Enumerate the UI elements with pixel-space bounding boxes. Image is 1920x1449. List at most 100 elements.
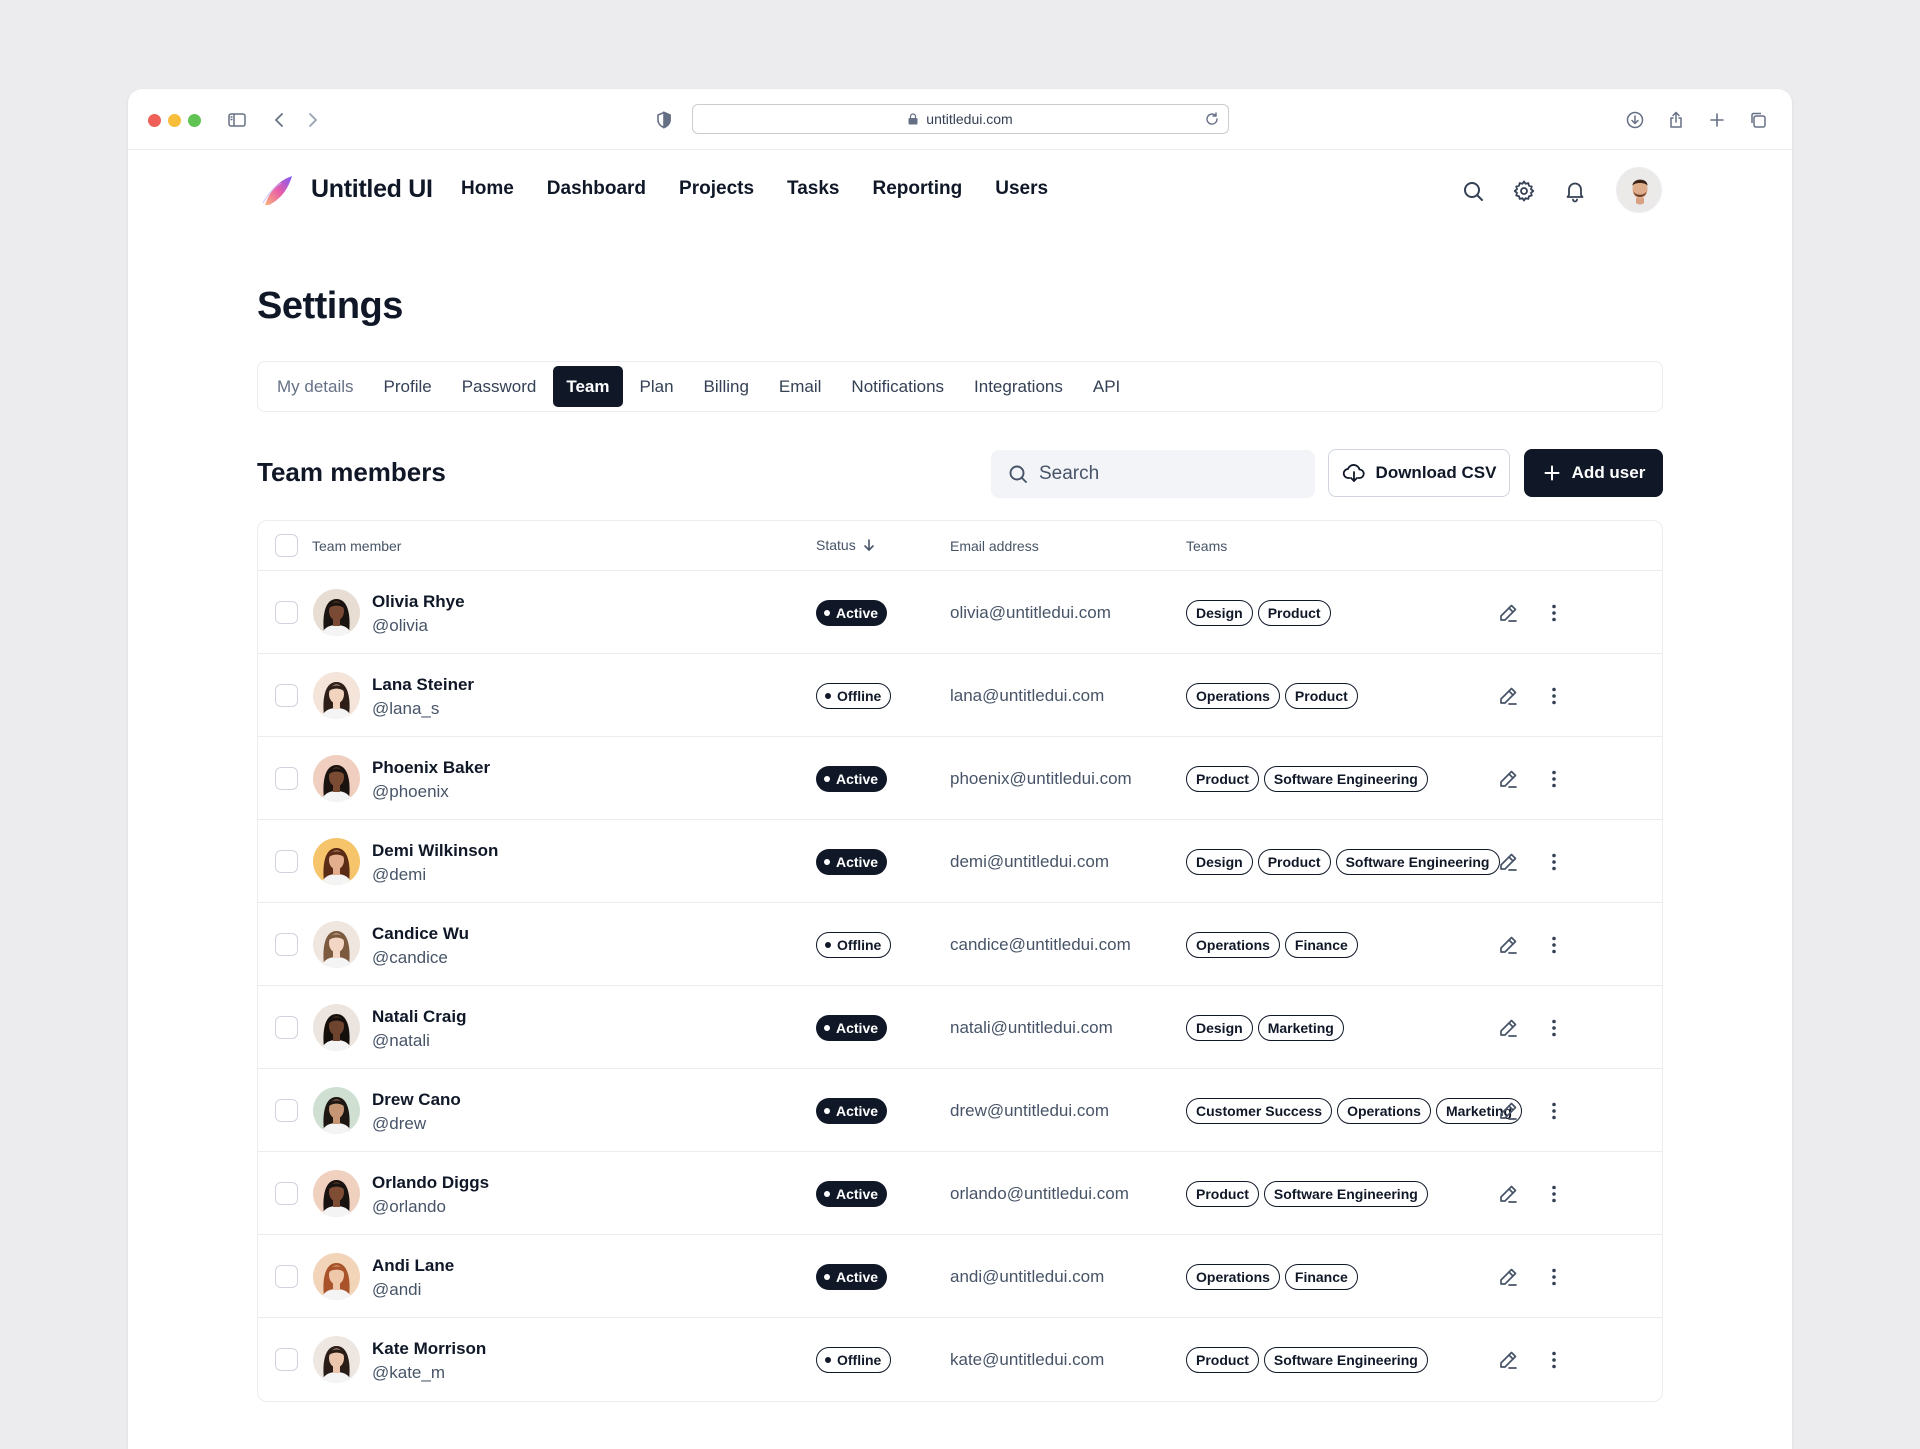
header-teams: Teams (1186, 538, 1228, 554)
more-options-icon[interactable] (1541, 1015, 1567, 1041)
row-checkbox[interactable] (275, 1348, 298, 1371)
sidebar-toggle-icon[interactable] (223, 106, 251, 134)
more-options-icon[interactable] (1541, 683, 1567, 709)
download-csv-button[interactable]: Download CSV (1328, 449, 1510, 497)
select-all-checkbox[interactable] (275, 534, 298, 557)
member-email: demi@untitledui.com (950, 852, 1109, 871)
team-badge: Product (1186, 1347, 1259, 1373)
close-window-button[interactable] (148, 114, 161, 127)
edit-icon[interactable] (1495, 849, 1521, 875)
row-checkbox[interactable] (275, 684, 298, 707)
table-row: Olivia Rhye @olivia Active olivia@untitl… (258, 571, 1662, 654)
status-badge: Offline (816, 1347, 892, 1373)
edit-icon[interactable] (1495, 1015, 1521, 1041)
brand-name[interactable]: Untitled UI (311, 175, 433, 204)
search-icon[interactable] (1458, 176, 1488, 206)
section-title: Team members (257, 457, 446, 487)
team-badges: Operations Product (1186, 683, 1358, 709)
top-navigation: Untitled UI Home Dashboard Projects Task… (128, 150, 1792, 236)
user-avatar[interactable] (1616, 167, 1662, 213)
status-label: Active (836, 854, 879, 870)
avatar (313, 1004, 360, 1051)
more-options-icon[interactable] (1541, 600, 1567, 626)
team-badges: Operations Finance (1186, 932, 1358, 958)
nav-link-projects[interactable]: Projects (679, 178, 754, 200)
member-name: Phoenix Baker (372, 758, 491, 777)
tab-my-details[interactable]: My details (264, 366, 367, 407)
add-user-button[interactable]: Add user (1524, 449, 1663, 497)
edit-icon[interactable] (1495, 932, 1521, 958)
back-icon[interactable] (266, 106, 294, 134)
status-badge: Active (816, 1264, 888, 1290)
nav-link-users[interactable]: Users (995, 178, 1048, 200)
tab-email[interactable]: Email (766, 366, 835, 407)
row-checkbox[interactable] (275, 850, 298, 873)
minimize-window-button[interactable] (168, 114, 181, 127)
nav-link-reporting[interactable]: Reporting (873, 178, 963, 200)
row-checkbox[interactable] (275, 767, 298, 790)
edit-icon[interactable] (1495, 766, 1521, 792)
status-badge: Active (816, 1098, 888, 1124)
edit-icon[interactable] (1495, 1347, 1521, 1373)
more-options-icon[interactable] (1541, 1264, 1567, 1290)
bell-icon[interactable] (1560, 176, 1590, 206)
row-checkbox[interactable] (275, 1265, 298, 1288)
row-checkbox[interactable] (275, 1016, 298, 1039)
row-checkbox[interactable] (275, 1182, 298, 1205)
row-checkbox[interactable] (275, 601, 298, 624)
status-dot (824, 1108, 830, 1114)
more-options-icon[interactable] (1541, 766, 1567, 792)
maximize-window-button[interactable] (188, 114, 201, 127)
team-badge: Marketing (1257, 1015, 1344, 1041)
team-badge: Software Engineering (1263, 1347, 1428, 1373)
tab-billing[interactable]: Billing (691, 366, 762, 407)
more-options-icon[interactable] (1541, 1347, 1567, 1373)
nav-link-home[interactable]: Home (461, 178, 514, 200)
shield-icon[interactable] (650, 106, 678, 134)
status-badge: Active (816, 766, 888, 792)
tab-plan[interactable]: Plan (627, 366, 687, 407)
status-dot (825, 942, 831, 948)
status-badge: Active (816, 849, 888, 875)
more-options-icon[interactable] (1541, 932, 1567, 958)
more-options-icon[interactable] (1541, 1098, 1567, 1124)
gear-icon[interactable] (1509, 176, 1539, 206)
edit-icon[interactable] (1495, 1181, 1521, 1207)
share-icon[interactable] (1662, 106, 1690, 134)
edit-icon[interactable] (1495, 600, 1521, 626)
address-bar[interactable]: untitledui.com (692, 104, 1229, 134)
logo-icon[interactable] (259, 172, 295, 208)
nav-link-dashboard[interactable]: Dashboard (547, 178, 646, 200)
more-options-icon[interactable] (1541, 849, 1567, 875)
forward-icon[interactable] (298, 106, 326, 134)
tab-integrations[interactable]: Integrations (961, 366, 1076, 407)
reload-icon[interactable] (1204, 111, 1220, 127)
add-user-label: Add user (1571, 463, 1646, 482)
more-options-icon[interactable] (1541, 1181, 1567, 1207)
edit-icon[interactable] (1495, 683, 1521, 709)
nav-link-tasks[interactable]: Tasks (787, 178, 839, 200)
edit-icon[interactable] (1495, 1098, 1521, 1124)
member-handle: @andi (372, 1280, 422, 1299)
row-checkbox[interactable] (275, 1099, 298, 1122)
tab-notifications[interactable]: Notifications (838, 366, 957, 407)
member-name: Olivia Rhye (372, 592, 465, 611)
tab-password[interactable]: Password (449, 366, 550, 407)
row-checkbox[interactable] (275, 933, 298, 956)
search-input[interactable]: Search (991, 450, 1315, 498)
tabs-overview-icon[interactable] (1744, 106, 1772, 134)
browser-toolbar: untitledui.com (128, 89, 1792, 150)
team-badges: Design Product (1186, 600, 1331, 626)
download-icon[interactable] (1621, 106, 1649, 134)
header-status[interactable]: Status (816, 537, 876, 553)
status-label: Active (836, 605, 879, 621)
team-badge: Product (1186, 1181, 1259, 1207)
avatar (313, 1253, 360, 1300)
tab-team[interactable]: Team (553, 366, 623, 407)
edit-icon[interactable] (1495, 1264, 1521, 1290)
new-tab-icon[interactable] (1703, 106, 1731, 134)
tab-api[interactable]: API (1080, 366, 1133, 407)
tab-profile[interactable]: Profile (371, 366, 445, 407)
team-badge: Operations (1186, 1264, 1280, 1290)
team-badge: Design (1186, 1015, 1253, 1041)
